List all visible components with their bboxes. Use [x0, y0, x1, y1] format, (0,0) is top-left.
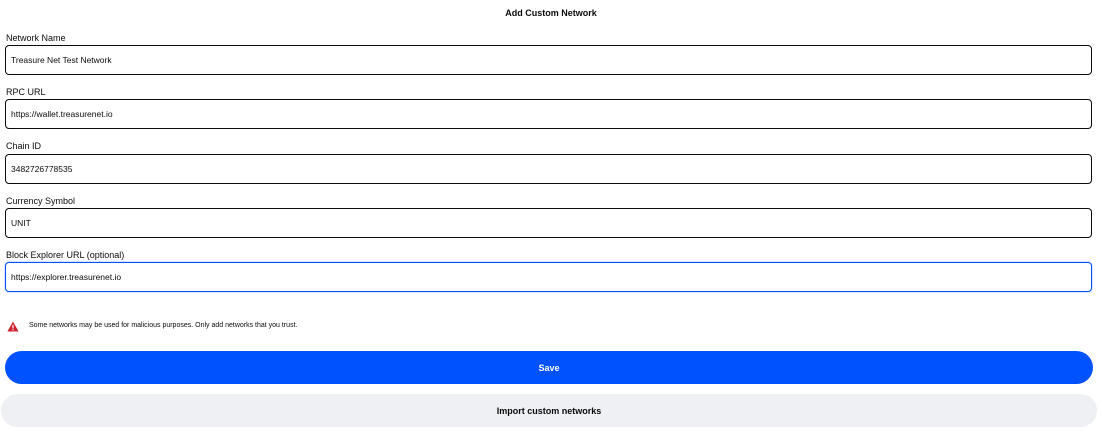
import-custom-networks-button[interactable]: Import custom networks	[1, 394, 1097, 427]
chain-id-label: Chain ID	[6, 141, 42, 151]
save-button[interactable]: Save	[5, 351, 1093, 384]
warning-banner: Some networks may be used for malicious …	[7, 320, 297, 332]
currency-symbol-input[interactable]: UNIT	[5, 208, 1092, 238]
network-name-label: Network Name	[6, 33, 66, 43]
add-custom-network-page: Add Custom Network Network Name Treasure…	[0, 0, 1102, 437]
block-explorer-url-input[interactable]: https://explorer.treasurenet.io	[5, 262, 1092, 292]
page-title: Add Custom Network	[505, 8, 597, 18]
block-explorer-url-label: Block Explorer URL (optional)	[6, 250, 125, 260]
warning-text: Some networks may be used for malicious …	[29, 322, 298, 329]
warning-triangle-icon	[7, 321, 19, 332]
rpc-url-input[interactable]: https://wallet.treasurenet.io	[5, 99, 1092, 129]
rpc-url-label: RPC URL	[6, 87, 46, 97]
network-name-input[interactable]: Treasure Net Test Network	[5, 45, 1092, 75]
currency-symbol-label: Currency Symbol	[6, 196, 76, 206]
chain-id-input[interactable]: 3482726778535	[5, 154, 1092, 184]
